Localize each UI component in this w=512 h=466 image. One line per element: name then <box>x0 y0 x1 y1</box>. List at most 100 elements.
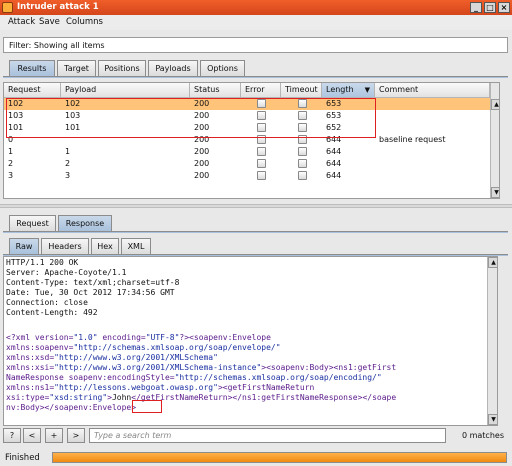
tab-positions[interactable]: Positions <box>98 60 146 76</box>
search-input[interactable]: Type a search term <box>89 428 446 443</box>
timeout-checkbox[interactable] <box>298 171 307 180</box>
response-body[interactable]: HTTP/1.1 200 OK Server: Apache-Coyote/1.… <box>3 256 498 426</box>
cell-comment <box>375 146 379 158</box>
status-label: Finished <box>5 453 40 463</box>
scroll-up-icon[interactable]: ▲ <box>488 257 497 268</box>
table-row[interactable]: 103 103 200 653 <box>4 110 499 122</box>
tab-xml[interactable]: XML <box>121 238 151 254</box>
col-header-error[interactable]: Error <box>241 83 281 98</box>
timeout-checkbox[interactable] <box>298 111 307 120</box>
tab-options[interactable]: Options <box>200 60 245 76</box>
tab-payloads[interactable]: Payloads <box>148 60 198 76</box>
close-button[interactable]: × <box>498 2 510 13</box>
table-row[interactable]: 1 1 200 644 <box>4 146 499 158</box>
xml-line: xmlns:ns1="http://lessons.webgoat.owasp.… <box>6 383 314 393</box>
tab-target[interactable]: Target <box>57 60 96 76</box>
tab-response[interactable]: Response <box>58 215 112 231</box>
progress-fill <box>53 453 506 462</box>
maximize-button[interactable]: □ <box>484 2 496 13</box>
filter-bar[interactable]: Filter: Showing all items <box>3 37 508 53</box>
xml-attr-value: "http://www.w3.org/2001/XMLSchema-instan… <box>54 363 262 372</box>
col-header-status[interactable]: Status <box>190 83 241 98</box>
error-checkbox[interactable] <box>257 147 266 156</box>
response-header-line: Server: Apache-Coyote/1.1 <box>6 268 127 277</box>
tab-request[interactable]: Request <box>9 215 56 231</box>
cell-payload: 1 <box>65 147 71 156</box>
table-row[interactable]: 3 3 200 644 <box>4 170 499 182</box>
timeout-checkbox[interactable] <box>298 135 307 144</box>
tab-headers[interactable]: Headers <box>41 238 89 254</box>
table-row[interactable]: 0 200 644 baseline request <box>4 134 499 146</box>
col-header-request[interactable]: Request <box>4 83 61 98</box>
table-row[interactable]: 101 101 200 652 <box>4 122 499 134</box>
add-button[interactable]: + <box>45 428 63 443</box>
cell-status: 200 <box>194 99 210 108</box>
cell-length: 653 <box>326 99 342 108</box>
match-count: 0 matches <box>461 431 504 440</box>
cell-length: 644 <box>326 147 342 156</box>
menu-columns[interactable]: Columns <box>66 17 103 27</box>
scroll-down-icon[interactable]: ▼ <box>488 414 497 425</box>
scroll-down-icon[interactable]: ▼ <box>491 187 499 198</box>
error-checkbox[interactable] <box>257 135 266 144</box>
response-header-line: Content-Length: 492 <box>6 308 98 317</box>
tab-raw[interactable]: Raw <box>9 238 39 254</box>
error-checkbox[interactable] <box>257 171 266 180</box>
cell-request: 103 <box>8 111 24 120</box>
results-table[interactable]: Request Payload Status Error Timeout Len… <box>3 82 500 199</box>
error-checkbox[interactable] <box>257 123 266 132</box>
xml-markup: xmlns:xsd= <box>6 353 55 362</box>
xml-line: nv:Body></soapenv:Envelope> <box>6 403 136 413</box>
table-row[interactable]: 2 2 200 644 <box>4 158 499 170</box>
cell-payload <box>61 134 65 146</box>
next-match-button[interactable]: > <box>67 428 85 443</box>
tab-hex[interactable]: Hex <box>91 238 119 254</box>
xml-line: xsi:type="xsd:string">John</getFirstName… <box>6 393 396 403</box>
cell-status: 200 <box>194 135 210 144</box>
xml-attr-value: "http://schemas.xmlsoap.org/soap/envelop… <box>73 343 281 352</box>
menu-attack[interactable]: Attack <box>8 17 35 27</box>
xml-line: xmlns:xsd="http://www.w3.org/2001/XMLSch… <box>6 353 218 363</box>
window-titlebar: Intruder attack 1 _ □ × <box>0 0 512 15</box>
scroll-up-icon[interactable]: ▲ <box>491 99 499 110</box>
error-checkbox[interactable] <box>257 99 266 108</box>
response-header-line: Date: Tue, 30 Oct 2012 17:34:56 GMT <box>6 288 175 297</box>
response-scrollbar[interactable]: ▲ ▼ <box>487 257 497 425</box>
timeout-checkbox[interactable] <box>298 123 307 132</box>
error-checkbox[interactable] <box>257 159 266 168</box>
window-title: Intruder attack 1 <box>17 2 99 12</box>
timeout-checkbox[interactable] <box>298 147 307 156</box>
col-header-length[interactable]: Length ▼ <box>322 83 375 98</box>
minimize-button[interactable]: _ <box>470 2 482 13</box>
cell-comment <box>375 170 379 182</box>
menu-save[interactable]: Save <box>39 17 60 27</box>
xml-line: xmlns:xsi="http://www.w3.org/2001/XMLSch… <box>6 363 396 373</box>
xml-attr-value: "http://www.w3.org/2001/XMLSchema" <box>54 353 218 362</box>
table-row[interactable]: 102 102 200 653 <box>4 98 499 110</box>
timeout-checkbox[interactable] <box>298 159 307 168</box>
xml-attr-value: "xsd:string" <box>49 393 108 402</box>
cell-status: 200 <box>194 171 210 180</box>
xml-markup: nv:Body></soapenv:Envelope> <box>6 403 137 412</box>
table-scrollbar[interactable]: ▲ ▼ <box>490 83 499 198</box>
pane-splitter[interactable] <box>0 204 512 208</box>
xml-attr-value: "http://lessons.webgoat.owasp.org" <box>54 383 218 392</box>
xml-markup: NameResponse soapenv:encodingStyle= <box>6 373 175 382</box>
col-header-comment[interactable]: Comment <box>375 83 490 98</box>
xml-markup: <?xml version= <box>6 333 74 342</box>
tab-results[interactable]: Results <box>9 60 55 76</box>
timeout-checkbox[interactable] <box>298 99 307 108</box>
xml-attr-value: "UTF-8" <box>145 333 180 342</box>
col-header-length-label: Length <box>326 85 354 94</box>
xml-markup: xmlns:soapenv= <box>6 343 74 352</box>
cell-status: 200 <box>194 111 210 120</box>
prev-match-button[interactable]: < <box>23 428 41 443</box>
cell-request: 0 <box>8 135 14 144</box>
help-button[interactable]: ? <box>3 428 21 443</box>
col-header-timeout[interactable]: Timeout <box>281 83 322 98</box>
error-checkbox[interactable] <box>257 111 266 120</box>
xml-line: xmlns:soapenv="http://schemas.xmlsoap.or… <box>6 343 281 353</box>
col-header-payload[interactable]: Payload <box>61 83 190 98</box>
reqresp-tab-underline <box>3 231 508 233</box>
xml-attr-value: "http://schemas.xmlsoap.org/soap/encodin… <box>174 373 382 382</box>
